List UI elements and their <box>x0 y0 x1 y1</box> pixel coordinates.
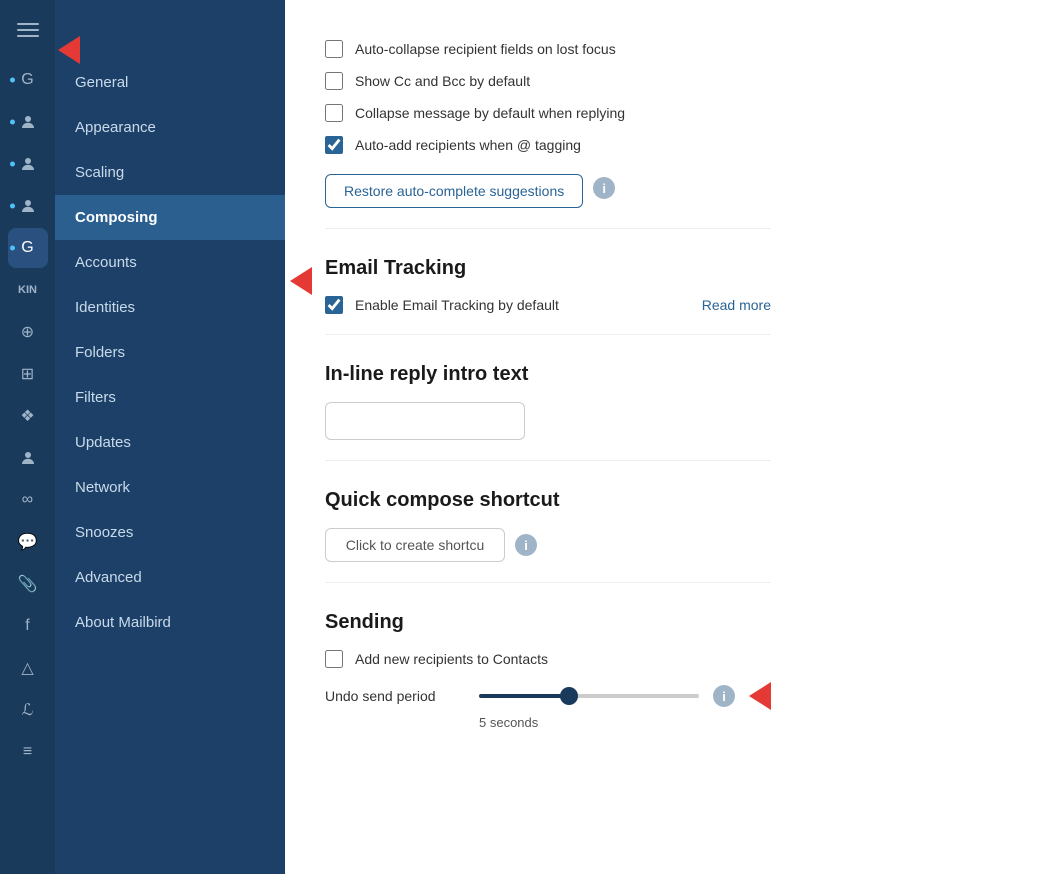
icon-attach[interactable]: 📎 <box>8 564 48 604</box>
infinity-icon: ∞ <box>22 491 33 509</box>
auto-collapse-row: Auto-collapse recipient fields on lost f… <box>325 40 771 58</box>
enable-tracking-row: Enable Email Tracking by default <box>325 296 559 314</box>
add-recipients-row: Add new recipients to Contacts <box>325 650 771 668</box>
icon-dropbox[interactable]: ❖ <box>8 396 48 436</box>
l-icon: ℒ <box>22 700 34 720</box>
collapse-reply-checkbox[interactable] <box>325 104 343 122</box>
divider-1 <box>325 228 771 229</box>
sending-red-arrow-icon <box>749 682 771 710</box>
sidebar-item-filters[interactable]: Filters <box>55 375 285 420</box>
auto-add-checkbox[interactable] <box>325 136 343 154</box>
sidebar-item-snoozes[interactable]: Snoozes <box>55 510 285 555</box>
kin-icon: KIN <box>18 284 37 296</box>
icon-layers[interactable]: ≡ <box>8 732 48 772</box>
icon-drive[interactable]: △ <box>8 648 48 688</box>
show-cc-bcc-label: Show Cc and Bcc by default <box>355 73 530 89</box>
add-recipients-label: Add new recipients to Contacts <box>355 651 548 667</box>
divider-4 <box>325 582 771 583</box>
quick-compose-title: Quick compose shortcut <box>325 489 771 512</box>
shortcut-row: Click to create shortcu i <box>325 528 771 562</box>
inline-reply-section: In-line reply intro text <box>325 363 771 440</box>
sending-title: Sending <box>325 611 771 634</box>
icon-grid[interactable]: ⊞ <box>8 354 48 394</box>
collapse-reply-label: Collapse message by default when replyin… <box>355 105 625 121</box>
sidebar-item-composing[interactable]: Composing <box>55 195 285 240</box>
inline-reply-title: In-line reply intro text <box>325 363 771 386</box>
enable-tracking-label: Enable Email Tracking by default <box>355 297 559 313</box>
sending-section: Sending Add new recipients to Contacts U… <box>325 611 771 732</box>
whatsapp-icon: 💬 <box>18 532 38 552</box>
icon-person4[interactable] <box>8 438 48 478</box>
sidebar-item-accounts[interactable]: Accounts <box>55 240 285 285</box>
icon-person2[interactable] <box>8 144 48 184</box>
icon-bar: G G KIN ⊕ ⊞ ❖ <box>0 0 55 874</box>
enable-tracking-checkbox[interactable] <box>325 296 343 314</box>
undo-send-slider[interactable] <box>479 694 699 698</box>
red-arrow-left-icon <box>58 36 80 64</box>
email-tracking-row: Enable Email Tracking by default Read mo… <box>325 296 771 314</box>
dropbox-icon: ❖ <box>20 406 34 426</box>
g2-icon: G <box>21 239 33 257</box>
sidebar-item-advanced[interactable]: Advanced <box>55 555 285 600</box>
read-more-link[interactable]: Read more <box>702 297 771 313</box>
undo-send-row: Undo send period i <box>325 682 771 710</box>
sidebar: General Appearance Scaling Composing Acc… <box>55 0 285 874</box>
hamburger-menu[interactable] <box>8 10 48 50</box>
seconds-display: 5 seconds <box>479 714 771 732</box>
layers-icon: ≡ <box>23 743 32 761</box>
sidebar-item-general[interactable]: General <box>55 60 285 105</box>
collapse-reply-row: Collapse message by default when replyin… <box>325 104 771 122</box>
sidebar-item-scaling[interactable]: Scaling <box>55 150 285 195</box>
undo-send-info-icon[interactable]: i <box>713 685 735 707</box>
show-cc-bcc-checkbox[interactable] <box>325 72 343 90</box>
sidebar-item-appearance[interactable]: Appearance <box>55 105 285 150</box>
grid-icon: ⊞ <box>21 364 34 384</box>
icon-kin[interactable]: KIN <box>8 270 48 310</box>
composing-red-arrow-icon <box>290 267 312 295</box>
sidebar-item-about[interactable]: About Mailbird <box>55 600 285 645</box>
email-tracking-section: Email Tracking Enable Email Tracking by … <box>325 257 771 314</box>
seconds-label: 5 seconds <box>479 715 538 730</box>
restore-row: Restore auto-complete suggestions i <box>325 168 771 208</box>
icon-g2[interactable]: G <box>8 228 48 268</box>
show-cc-bcc-row: Show Cc and Bcc by default <box>325 72 771 90</box>
drive-icon: △ <box>21 658 33 678</box>
icon-g[interactable]: G <box>8 60 48 100</box>
icon-facebook[interactable]: f <box>8 606 48 646</box>
restore-info-icon[interactable]: i <box>593 177 615 199</box>
g-icon: G <box>21 71 33 89</box>
email-tracking-title: Email Tracking <box>325 257 771 280</box>
quick-compose-section: Quick compose shortcut Click to create s… <box>325 489 771 562</box>
auto-add-label: Auto-add recipients when @ tagging <box>355 137 581 153</box>
divider-2 <box>325 334 771 335</box>
icon-infinity[interactable]: ∞ <box>8 480 48 520</box>
add-recipients-checkbox[interactable] <box>325 650 343 668</box>
divider-3 <box>325 460 771 461</box>
inline-reply-input[interactable] <box>325 402 525 440</box>
icon-circle[interactable]: ⊕ <box>8 312 48 352</box>
auto-collapse-label: Auto-collapse recipient fields on lost f… <box>355 41 616 57</box>
icon-whatsapp[interactable]: 💬 <box>8 522 48 562</box>
sidebar-item-folders[interactable]: Folders <box>55 330 285 375</box>
auto-collapse-checkbox[interactable] <box>325 40 343 58</box>
sidebar-item-network[interactable]: Network <box>55 465 285 510</box>
icon-person3[interactable] <box>8 186 48 226</box>
default-highlight: default <box>488 73 530 89</box>
icon-l[interactable]: ℒ <box>8 690 48 730</box>
icon-person1[interactable] <box>8 102 48 142</box>
attach-icon: 📎 <box>18 574 38 594</box>
shortcut-button[interactable]: Click to create shortcu <box>325 528 505 562</box>
shortcut-info-icon[interactable]: i <box>515 534 537 556</box>
restore-button[interactable]: Restore auto-complete suggestions <box>325 174 583 208</box>
facebook-icon: f <box>25 617 29 635</box>
circle-icon: ⊕ <box>21 322 34 342</box>
composing-arrow-annotation <box>290 267 312 295</box>
sidebar-item-updates[interactable]: Updates <box>55 420 285 465</box>
auto-add-row: Auto-add recipients when @ tagging <box>325 136 771 154</box>
main-content: Auto-collapse recipient fields on lost f… <box>285 0 821 874</box>
top-arrow-annotation <box>58 36 80 64</box>
sidebar-item-identities[interactable]: Identities <box>55 285 285 330</box>
undo-send-label: Undo send period <box>325 688 465 704</box>
